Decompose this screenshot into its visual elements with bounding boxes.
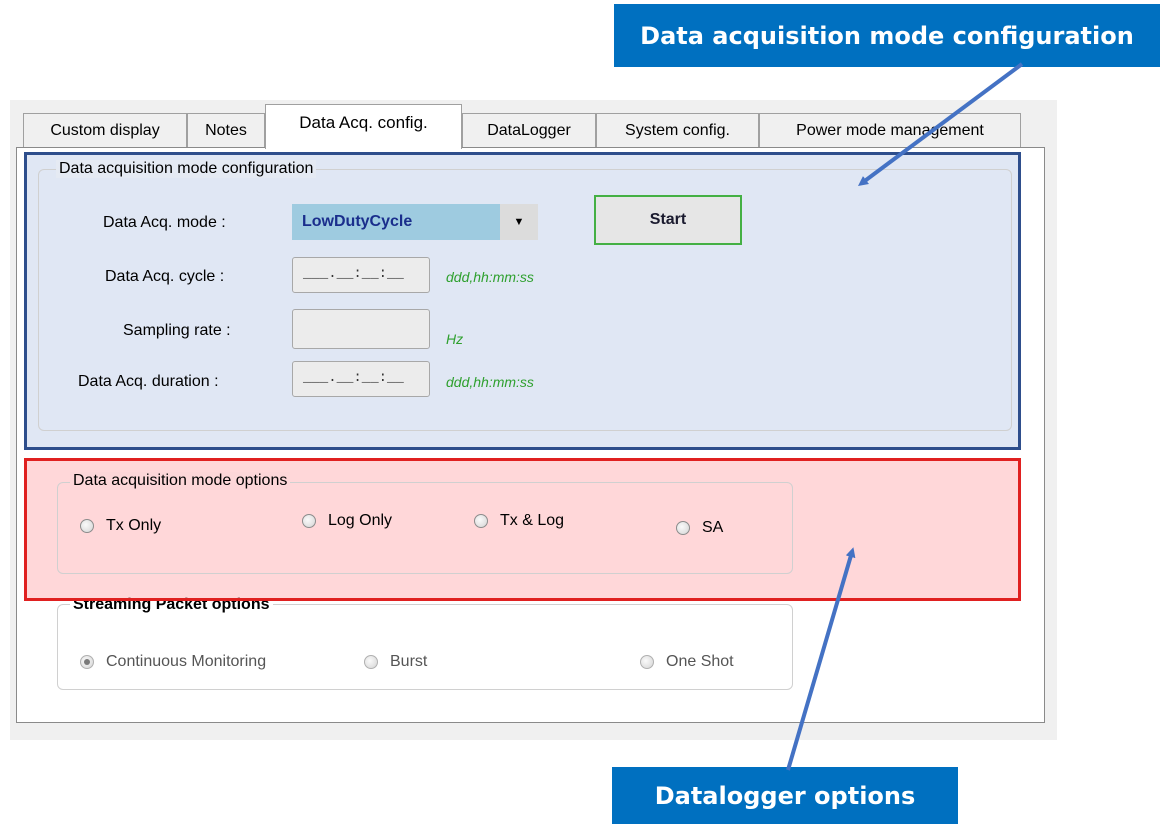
options-group-title: Data acquisition mode options (70, 472, 291, 490)
tab-label: System config. (625, 121, 730, 139)
chevron-down-icon[interactable]: ▼ (500, 204, 538, 240)
radio-circle (302, 514, 316, 528)
callout-config-text: Data acquisition mode configuration (640, 21, 1134, 50)
mode-selected-value: LowDutyCycle (292, 204, 500, 240)
streaming-group-title: Streaming Packet options (70, 596, 273, 614)
tab-label: DataLogger (487, 121, 571, 139)
radio-circle (80, 519, 94, 533)
radio-circle (364, 655, 378, 669)
sampling-rate-input[interactable] (292, 309, 430, 349)
radio-one-shot[interactable]: One Shot (640, 653, 734, 671)
sampling-rate-unit: Hz (446, 331, 464, 347)
tab-notes[interactable]: Notes (187, 113, 265, 147)
radio-circle (676, 521, 690, 535)
tab-data-acq-config[interactable]: Data Acq. config. (265, 104, 462, 149)
tab-power-mode-management[interactable]: Power mode management (759, 113, 1021, 147)
callout-config: Data acquisition mode configuration (614, 4, 1160, 67)
duration-format-hint: ddd,hh:mm:ss (446, 374, 534, 390)
radio-label: SA (702, 519, 724, 536)
radio-label: Tx Only (106, 517, 162, 534)
duration-label: Data Acq. duration : (78, 373, 219, 390)
start-button[interactable]: Start (594, 195, 742, 245)
radio-circle (474, 514, 488, 528)
tab-custom-display[interactable]: Custom display (23, 113, 187, 147)
tab-datalogger[interactable]: DataLogger (462, 113, 596, 147)
radio-tx-only[interactable]: Tx Only (80, 517, 161, 535)
cycle-label: Data Acq. cycle : (105, 268, 225, 285)
tab-label: Power mode management (796, 121, 984, 139)
cycle-format-hint: ddd,hh:mm:ss (446, 269, 534, 285)
sampling-rate-label: Sampling rate : (123, 322, 231, 339)
start-button-label: Start (649, 211, 687, 228)
radio-tx-and-log[interactable]: Tx & Log (474, 512, 564, 530)
radio-label: Tx & Log (500, 512, 565, 529)
tab-system-config[interactable]: System config. (596, 113, 759, 147)
tab-label: Notes (205, 121, 247, 139)
radio-sa[interactable]: SA (676, 519, 723, 537)
cycle-input[interactable]: ___.__:__:__ (292, 257, 430, 293)
callout-datalogger: Datalogger options (612, 767, 958, 824)
radio-circle (640, 655, 654, 669)
radio-label: One Shot (666, 653, 734, 670)
radio-continuous-monitoring[interactable]: Continuous Monitoring (80, 653, 266, 671)
radio-label: Log Only (328, 512, 393, 529)
radio-label: Continuous Monitoring (106, 653, 267, 670)
radio-circle-checked (80, 655, 94, 669)
mode-dropdown[interactable]: LowDutyCycle ▼ (292, 204, 538, 240)
tab-label: Custom display (50, 121, 160, 139)
streaming-groupbox (57, 604, 793, 690)
callout-datalogger-text: Datalogger options (654, 781, 916, 810)
config-group-title: Data acquisition mode configuration (56, 160, 317, 178)
tab-label: Data Acq. config. (299, 113, 428, 132)
radio-log-only[interactable]: Log Only (302, 512, 392, 530)
radio-burst[interactable]: Burst (364, 653, 427, 671)
radio-label: Burst (390, 653, 428, 670)
duration-input[interactable]: ___.__:__:__ (292, 361, 430, 397)
mode-label: Data Acq. mode : (103, 214, 226, 231)
